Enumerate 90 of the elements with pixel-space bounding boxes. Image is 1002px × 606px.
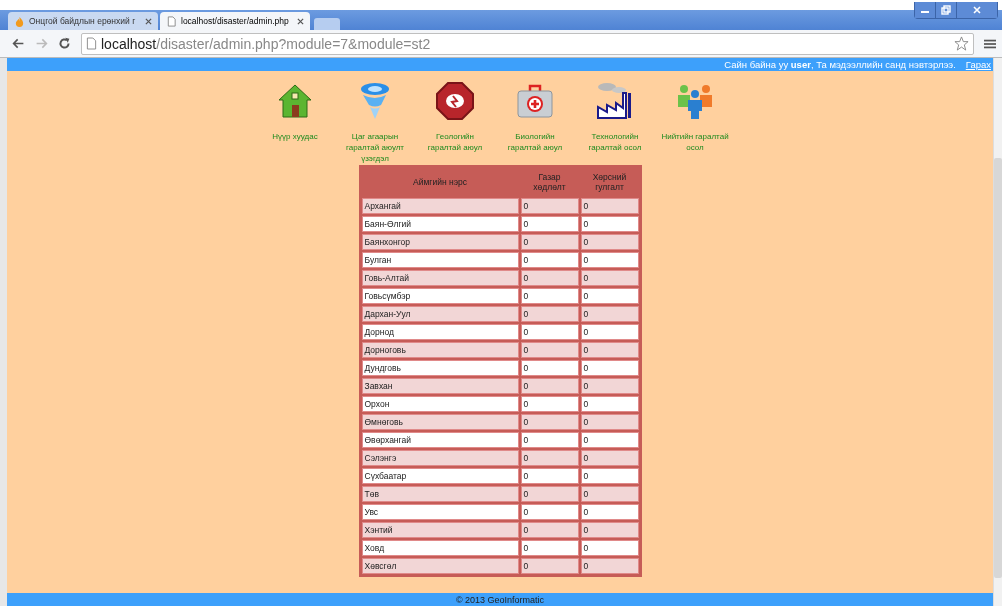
nav-link[interactable]: Нүүр хуудас xyxy=(272,131,318,142)
nav-link[interactable]: Нийтийн гаралтай осол xyxy=(661,131,729,153)
table-cell: 0 xyxy=(580,468,639,484)
table-cell: 0 xyxy=(520,342,579,358)
table-cell: 0 xyxy=(580,522,639,538)
table-cell: 0 xyxy=(520,216,579,232)
table-cell: 0 xyxy=(520,378,579,394)
table-cell: 0 xyxy=(580,450,639,466)
page-icon xyxy=(86,37,97,50)
back-icon[interactable] xyxy=(12,37,25,50)
table-cell: Хөвсгөл xyxy=(361,558,519,574)
table-cell: Сэлэнгэ xyxy=(361,450,519,466)
table-cell: Төв xyxy=(361,486,519,502)
flame-icon xyxy=(14,15,25,27)
table-cell: 0 xyxy=(520,252,579,268)
restore-button[interactable] xyxy=(936,2,957,18)
menu-icon[interactable] xyxy=(984,37,996,50)
table-cell: Говьсүмбэр xyxy=(361,288,519,304)
table-cell: 0 xyxy=(580,216,639,232)
table-cell: Говь-Алтай xyxy=(361,270,519,286)
restore-icon xyxy=(941,5,951,15)
page-icon xyxy=(166,15,177,27)
table-cell: 0 xyxy=(520,558,579,574)
table-cell: 0 xyxy=(520,450,579,466)
table-cell: Өмнөговь xyxy=(361,414,519,430)
table-cell: Өвөрхангай xyxy=(361,432,519,448)
table-cell: Ховд xyxy=(361,540,519,556)
table-cell: Увс xyxy=(361,504,519,520)
table-cell: 0 xyxy=(580,252,639,268)
table-cell: 0 xyxy=(580,414,639,430)
table-cell: 0 xyxy=(520,360,579,376)
table-cell: 0 xyxy=(580,342,639,358)
table-cell: 0 xyxy=(580,378,639,394)
table-cell: Дорнод xyxy=(361,324,519,340)
table-cell: 0 xyxy=(580,486,639,502)
close-icon[interactable] xyxy=(145,17,152,25)
table-cell: 0 xyxy=(580,288,639,304)
minimize-button[interactable] xyxy=(915,2,936,18)
bookmark-star-icon[interactable] xyxy=(954,36,969,51)
close-icon xyxy=(972,5,982,15)
scrollbar[interactable] xyxy=(993,58,1002,606)
table-cell: 0 xyxy=(520,288,579,304)
table-cell: 0 xyxy=(580,396,639,412)
table-cell: 0 xyxy=(520,432,579,448)
address-bar[interactable]: localhost/disaster/admin.php?module=7&module=st2 xyxy=(81,32,974,55)
table-cell: 0 xyxy=(520,306,579,322)
browser-tab[interactable]: localhost/disaster/admin.php xyxy=(160,12,310,30)
table-cell: 0 xyxy=(580,306,639,322)
table-cell: Баян-Өлгий xyxy=(361,216,519,232)
reload-icon[interactable] xyxy=(58,37,71,50)
table-cell: 0 xyxy=(520,198,579,214)
table-cell: 0 xyxy=(520,486,579,502)
nav-link[interactable]: Цаг агаарын гаралтай аюулт үзэгдэл xyxy=(341,131,409,164)
table-cell: 0 xyxy=(580,234,639,250)
table-cell: 0 xyxy=(580,360,639,376)
table-cell: 0 xyxy=(520,234,579,250)
nav-link[interactable]: Геологийн гаралтай аюул xyxy=(421,131,489,153)
table-cell: 0 xyxy=(520,468,579,484)
close-icon[interactable] xyxy=(297,17,304,25)
table-cell: 0 xyxy=(520,414,579,430)
table-cell: 0 xyxy=(520,270,579,286)
table-cell: 0 xyxy=(580,324,639,340)
table-cell: Архангай xyxy=(361,198,519,214)
table-cell: Орхон xyxy=(361,396,519,412)
table-cell: Хэнтий xyxy=(361,522,519,538)
table-cell: 0 xyxy=(580,540,639,556)
table-cell: Завхан xyxy=(361,378,519,394)
table-cell: 0 xyxy=(520,324,579,340)
table-cell: Булган xyxy=(361,252,519,268)
nav-link[interactable]: Биологийн гаралтай аюул xyxy=(501,131,569,153)
table-cell: 0 xyxy=(520,540,579,556)
table-cell: Баянхонгор xyxy=(361,234,519,250)
table-cell: 0 xyxy=(580,558,639,574)
table-cell: 0 xyxy=(580,432,639,448)
copyright-text: © 2013 GeoInformatic xyxy=(455,594,545,605)
table-cell: 0 xyxy=(580,198,639,214)
table-cell: Сүхбаатар xyxy=(361,468,519,484)
logout-link[interactable]: Гарах xyxy=(965,59,991,70)
table-cell: 0 xyxy=(520,504,579,520)
nav-link[interactable]: Технологийн гаралтай осол xyxy=(581,131,649,153)
table-cell: 0 xyxy=(580,504,639,520)
browser-tab[interactable]: Онцгой байдлын ерөнхий г xyxy=(8,12,158,30)
table-cell: Дорноговь xyxy=(361,342,519,358)
table-cell: Дундговь xyxy=(361,360,519,376)
table-cell: Дархан-Уул xyxy=(361,306,519,322)
greeting-text: Сайн байна уу user, Та мэдээллийн санд нэвтэрлээ. xyxy=(724,59,956,70)
stop-sign-icon[interactable] xyxy=(435,81,475,121)
table-cell: 0 xyxy=(580,270,639,286)
table-cell: 0 xyxy=(520,396,579,412)
table-cell: 0 xyxy=(520,522,579,538)
